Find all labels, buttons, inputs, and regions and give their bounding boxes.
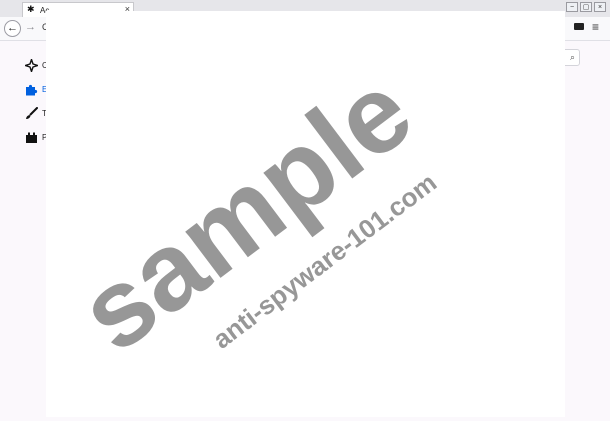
back-button[interactable]: ← [4,20,21,37]
forward-button[interactable]: → [25,21,36,33]
sidebar-item-themes[interactable]: T [25,105,47,121]
puzzle-icon: ✱ [27,4,35,14]
window-controls: − ▢ × [566,2,606,12]
maximize-button[interactable]: ▢ [580,2,592,12]
menu-button[interactable]: ≡ [592,20,599,34]
keyboard-icon[interactable] [574,23,584,30]
sidebar-item-recommendations[interactable]: C [25,57,48,73]
search-icon: ⌕ [569,52,575,62]
themes-brush-icon [26,106,38,119]
sidebar-item-extensions[interactable]: E [25,81,47,97]
plugins-icon [26,132,37,143]
minimize-button[interactable]: − [566,2,578,12]
blank-overlay-panel [46,11,565,417]
extensions-puzzle-icon [26,84,38,95]
close-button[interactable]: × [594,2,606,12]
sidebar-item-plugins[interactable]: P [25,129,47,145]
recommendations-icon [25,58,38,72]
